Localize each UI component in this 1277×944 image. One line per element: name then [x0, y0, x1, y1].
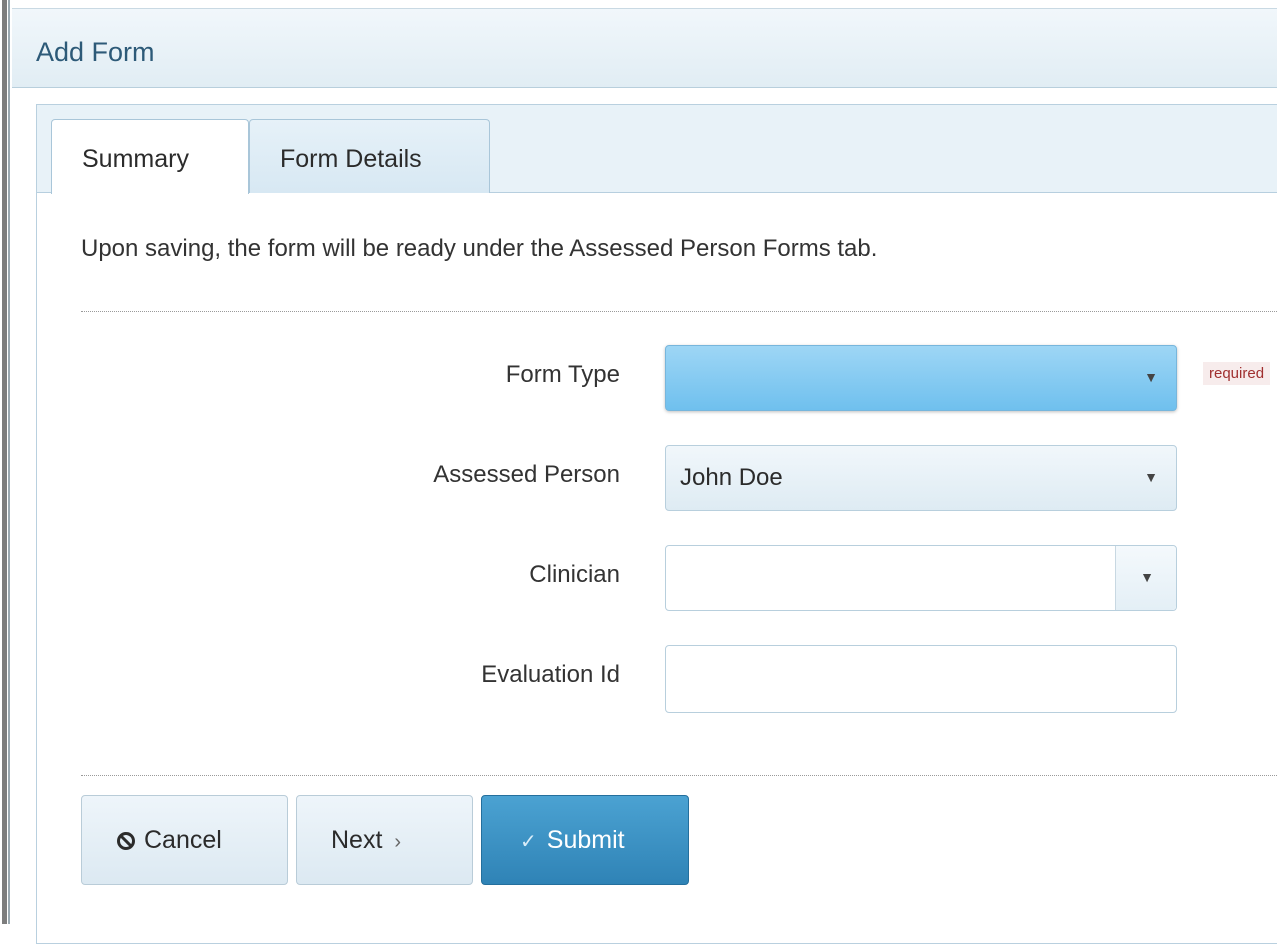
- assessed-person-value: John Doe: [680, 464, 783, 491]
- cancel-button-label: Cancel: [144, 826, 222, 854]
- dialog-title: Add Form: [36, 37, 155, 67]
- evaluation-id-input[interactable]: [665, 645, 1177, 713]
- divider-top: [81, 311, 1277, 312]
- add-form-dialog: Add Form Summary Form Details Upon savin…: [12, 0, 1277, 944]
- assessed-person-select[interactable]: John Doe ▼: [665, 445, 1177, 511]
- form-type-label: Form Type: [505, 361, 620, 388]
- tab-form-details-label: Form Details: [280, 145, 422, 173]
- divider-bottom: [81, 775, 1277, 776]
- clinician-label: Clinician: [529, 561, 620, 588]
- cancel-button[interactable]: Cancel: [81, 795, 288, 885]
- evaluation-id-label: Evaluation Id: [481, 661, 620, 688]
- assessed-person-label: Assessed Person: [433, 461, 620, 488]
- required-hint: required: [1203, 362, 1271, 385]
- next-button-label: Next: [331, 826, 383, 854]
- caret-down-icon: ▼: [1144, 369, 1158, 385]
- caret-down-icon: ▼: [1144, 469, 1158, 485]
- clinician-dropdown-button[interactable]: ▼: [1115, 546, 1176, 610]
- info-message: Upon saving, the form will be ready unde…: [81, 235, 878, 262]
- submit-button[interactable]: ✓ Submit: [481, 795, 689, 885]
- tab-summary-label: Summary: [82, 145, 189, 173]
- dialog-titlebar: Add Form: [12, 8, 1277, 88]
- ban-icon: [117, 832, 135, 851]
- submit-button-label: Submit: [546, 826, 625, 854]
- tab-panel: Summary Form Details Upon saving, the fo…: [36, 104, 1277, 944]
- tab-strip: Summary Form Details: [37, 105, 1277, 194]
- checkmark-icon: ✓: [520, 831, 537, 853]
- next-button[interactable]: Next ›: [296, 795, 473, 885]
- window-left-edge: [0, 0, 12, 924]
- clinician-combobox[interactable]: ▼: [665, 545, 1177, 611]
- form-type-select[interactable]: ▼: [665, 345, 1177, 411]
- caret-down-icon: ▼: [1140, 569, 1154, 585]
- chevron-right-icon: ›: [394, 831, 402, 853]
- tab-summary[interactable]: Summary: [51, 119, 249, 194]
- tab-form-details[interactable]: Form Details: [249, 119, 490, 193]
